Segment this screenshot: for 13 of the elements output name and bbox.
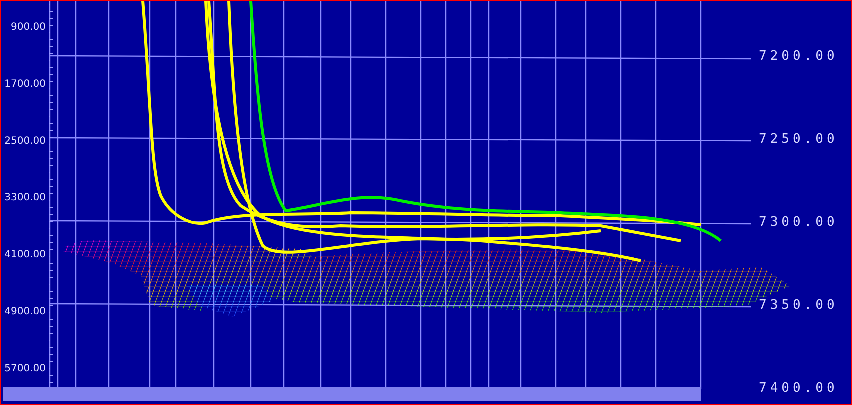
depth-axis-label: 1700.00 <box>4 78 46 90</box>
depth-axis-label: 7200.00 <box>759 49 838 64</box>
depth-axis-label: 7250.00 <box>759 132 838 147</box>
depth-axis-label: 7400.00 <box>759 381 838 396</box>
depth-axis-label: 2500.00 <box>4 136 46 147</box>
depth-axis-label: 5700.00 <box>4 363 46 374</box>
depth-axis-label: 7350.00 <box>759 298 838 313</box>
depth-axis-label: 4100.00 <box>4 250 46 261</box>
depth-axis-label: 900.00 <box>11 22 46 33</box>
3d-viewport[interactable]: 900.00 1700.00 2500.00 3300.00 4100.00 4900.00 5700.00 7200.00 7250.00 7300.00 7350.00 7400.00 <box>0 0 852 405</box>
depth-axis-label: 7300.00 <box>759 215 838 230</box>
depth-axis-label: 4900.00 <box>4 306 46 318</box>
depth-axis-label: 3300.00 <box>4 192 46 204</box>
